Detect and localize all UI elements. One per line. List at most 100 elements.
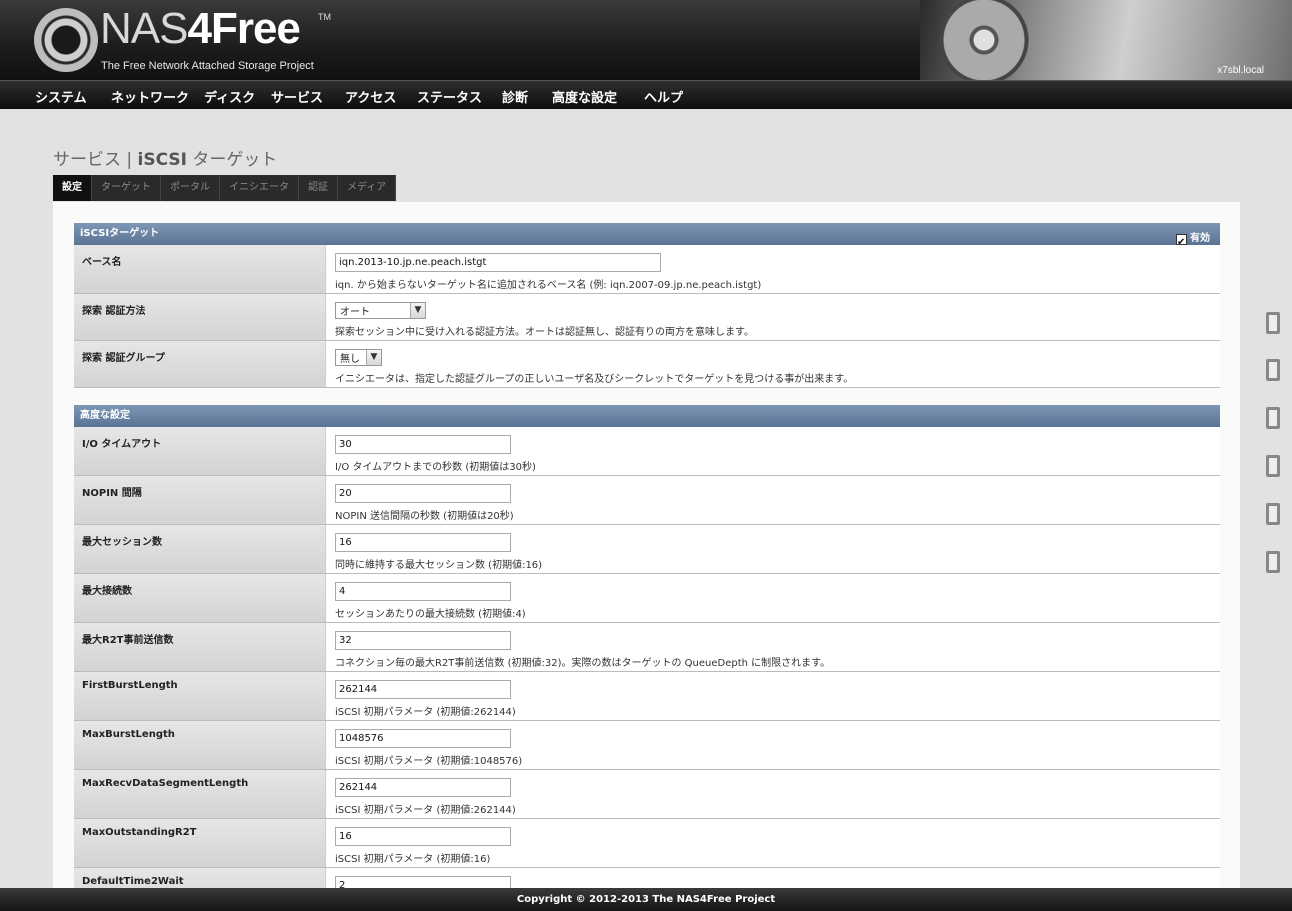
footer: Copyright © 2012-2013 The NAS4Free Proje… xyxy=(0,888,1292,911)
max-burst-length-input[interactable]: 1048576 xyxy=(335,729,511,748)
field-value: 262144 iSCSI 初期パラメータ (初期値:262144) xyxy=(327,672,1220,720)
tab-initiators[interactable]: イニシエータ xyxy=(220,175,299,201)
discovery-auth-select[interactable]: オート ▼ xyxy=(335,302,426,319)
field-value: 30 I/O タイムアウトまでの秒数 (初期値は30秒) xyxy=(327,427,1220,475)
field-description: iqn. から始まらないターゲット名に追加されるベース名 (例: iqn.200… xyxy=(335,280,762,291)
field-description: 同時に維持する最大セッション数 (初期値:16) xyxy=(335,560,543,571)
field-value: iqn.2013-10.jp.ne.peach.istgt iqn. から始まら… xyxy=(327,245,1220,293)
base-name-input[interactable]: iqn.2013-10.jp.ne.peach.istgt xyxy=(335,253,661,272)
field-value: オート ▼ 探索セッション中に受け入れる認証方法。オートは認証無し、認証有りの両方… xyxy=(327,294,1220,340)
row-max-outstanding-r2t: MaxOutstandingR2T 16 iSCSI 初期パラメータ (初期値:… xyxy=(74,819,1220,868)
side-scroll-icon[interactable] xyxy=(1266,503,1280,525)
page-area: サービス | iSCSI ターゲット 設定 ターゲット ポータル イニシエータ … xyxy=(0,109,1292,888)
hard-disk-platter xyxy=(934,0,1034,80)
default-time2wait-input[interactable]: 2 xyxy=(335,876,511,888)
section-title: iSCSIターゲット xyxy=(80,228,160,239)
row-discovery-group: 探索 認証グループ 無し ▼ イニシエータは、指定した認証グループの正しいユーザ名… xyxy=(74,341,1220,388)
field-label: NOPIN 間隔 xyxy=(74,476,326,524)
main-nav: システム ネットワーク ディスク サービス アクセス ステータス 診断 高度な設… xyxy=(0,80,1292,109)
field-value: 無し ▼ イニシエータは、指定した認証グループの正しいユーザ名及びシークレットでタ… xyxy=(327,341,1220,387)
nav-network[interactable]: ネットワーク xyxy=(111,87,189,106)
side-scroll-icon[interactable] xyxy=(1266,407,1280,429)
row-max-recv-data-segment-length: MaxRecvDataSegmentLength 262144 iSCSI 初期… xyxy=(74,770,1220,819)
row-nopin-interval: NOPIN 間隔 20 NOPIN 送信間隔の秒数 (初期値は20秒) xyxy=(74,476,1220,525)
section-header-advanced: 高度な設定 xyxy=(74,405,1220,427)
section-header-iscsi-target: iSCSIターゲット 有効 xyxy=(74,223,1220,254)
max-recv-data-segment-length-input[interactable]: 262144 xyxy=(335,778,511,797)
side-scroll-icon[interactable] xyxy=(1266,312,1280,334)
field-label: ベース名 xyxy=(74,245,326,293)
field-description: iSCSI 初期パラメータ (初期値:262144) xyxy=(335,707,516,718)
discovery-group-select[interactable]: 無し ▼ xyxy=(335,349,382,366)
tab-bar: 設定 ターゲット ポータル イニシエータ 認証 メディア xyxy=(53,175,397,201)
hostname: x7sbl.local xyxy=(1217,65,1264,76)
select-value: オート xyxy=(340,307,370,318)
page-title: サービス | iSCSI ターゲット xyxy=(53,150,278,170)
nav-help[interactable]: ヘルプ xyxy=(644,87,683,106)
row-base-name: ベース名 iqn.2013-10.jp.ne.peach.istgt iqn. … xyxy=(74,245,1220,294)
first-burst-length-input[interactable]: 262144 xyxy=(335,680,511,699)
max-connections-input[interactable]: 4 xyxy=(335,582,511,601)
nav-disk[interactable]: ディスク xyxy=(204,87,255,106)
field-value: 1048576 iSCSI 初期パラメータ (初期値:1048576) xyxy=(327,721,1220,769)
row-io-timeout: I/O タイムアウト 30 I/O タイムアウトまでの秒数 (初期値は30秒) xyxy=(74,427,1220,476)
field-label: I/O タイムアウト xyxy=(74,427,326,475)
tab-media[interactable]: メディア xyxy=(338,175,397,201)
nav-system[interactable]: システム xyxy=(35,87,87,106)
nav-advanced[interactable]: 高度な設定 xyxy=(552,87,617,106)
field-value: 16 iSCSI 初期パラメータ (初期値:16) xyxy=(327,819,1220,867)
field-label: 最大接続数 xyxy=(74,574,326,622)
logo-subtitle: The Free Network Attached Storage Projec… xyxy=(101,60,314,72)
field-description: iSCSI 初期パラメータ (初期値:262144) xyxy=(335,805,516,816)
nopin-interval-input[interactable]: 20 xyxy=(335,484,511,503)
select-value: 無し xyxy=(340,354,360,365)
field-value: 16 同時に維持する最大セッション数 (初期値:16) xyxy=(327,525,1220,573)
max-outstanding-r2t-input[interactable]: 16 xyxy=(335,827,511,846)
side-scroll-icon[interactable] xyxy=(1266,455,1280,477)
enable-checkbox[interactable] xyxy=(1176,232,1187,254)
field-label: 探索 認証方法 xyxy=(74,294,326,340)
field-value: 4 セッションあたりの最大接続数 (初期値:4) xyxy=(327,574,1220,622)
tab-auth[interactable]: 認証 xyxy=(299,175,338,201)
nav-status[interactable]: ステータス xyxy=(417,87,482,106)
logo[interactable]: NAS4Free xyxy=(100,4,301,54)
nav-services[interactable]: サービス xyxy=(271,87,323,106)
field-label: MaxBurstLength xyxy=(74,721,326,769)
field-label: MaxRecvDataSegmentLength xyxy=(74,770,326,818)
chevron-down-icon: ▼ xyxy=(410,303,425,318)
tab-targets[interactable]: ターゲット xyxy=(92,175,161,201)
row-default-time2wait: DefaultTime2Wait 2 xyxy=(74,868,1220,888)
nav-diagnostics[interactable]: 診断 xyxy=(502,87,528,106)
field-description: 探索セッション中に受け入れる認証方法。オートは認証無し、認証有りの両方を意味しま… xyxy=(335,327,754,338)
field-value: 32 コネクション毎の最大R2T事前送信数 (初期値:32)。実際の数はターゲッ… xyxy=(327,623,1220,671)
field-description: セッションあたりの最大接続数 (初期値:4) xyxy=(335,609,526,620)
field-label: MaxOutstandingR2T xyxy=(74,819,326,867)
row-discovery-auth: 探索 認証方法 オート ▼ 探索セッション中に受け入れる認証方法。オートは認証無し… xyxy=(74,294,1220,341)
nav-access[interactable]: アクセス xyxy=(345,87,396,106)
field-value: 2 xyxy=(327,868,1220,888)
logo-trademark: TM xyxy=(318,12,331,22)
field-value: 262144 iSCSI 初期パラメータ (初期値:262144) xyxy=(327,770,1220,818)
field-description: iSCSI 初期パラメータ (初期値:1048576) xyxy=(335,756,523,767)
tab-settings[interactable]: 設定 xyxy=(53,175,92,201)
field-label: 最大R2T事前送信数 xyxy=(74,623,326,671)
side-scroll-icon[interactable] xyxy=(1266,359,1280,381)
chevron-down-icon: ▼ xyxy=(366,350,381,365)
header: NAS4Free TM The Free Network Attached St… xyxy=(0,0,1292,80)
field-value: 20 NOPIN 送信間隔の秒数 (初期値は20秒) xyxy=(327,476,1220,524)
field-label: 最大セッション数 xyxy=(74,525,326,573)
row-max-sessions: 最大セッション数 16 同時に維持する最大セッション数 (初期値:16) xyxy=(74,525,1220,574)
max-r2t-input[interactable]: 32 xyxy=(335,631,511,650)
field-label: FirstBurstLength xyxy=(74,672,326,720)
field-description: NOPIN 送信間隔の秒数 (初期値は20秒) xyxy=(335,511,514,522)
field-label: 探索 認証グループ xyxy=(74,341,326,387)
field-description: コネクション毎の最大R2T事前送信数 (初期値:32)。実際の数はターゲットの … xyxy=(335,658,831,669)
row-first-burst-length: FirstBurstLength 262144 iSCSI 初期パラメータ (初… xyxy=(74,672,1220,721)
row-max-r2t: 最大R2T事前送信数 32 コネクション毎の最大R2T事前送信数 (初期値:32… xyxy=(74,623,1220,672)
row-max-burst-length: MaxBurstLength 1048576 iSCSI 初期パラメータ (初期… xyxy=(74,721,1220,770)
row-max-connections: 最大接続数 4 セッションあたりの最大接続数 (初期値:4) xyxy=(74,574,1220,623)
side-scroll-icon[interactable] xyxy=(1266,551,1280,573)
max-sessions-input[interactable]: 16 xyxy=(335,533,511,552)
io-timeout-input[interactable]: 30 xyxy=(335,435,511,454)
tab-portals[interactable]: ポータル xyxy=(161,175,220,201)
